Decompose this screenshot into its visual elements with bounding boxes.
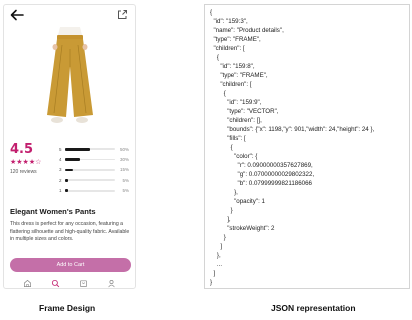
rating-bar-track [65, 168, 115, 172]
json-line: "fills": [ [210, 135, 246, 142]
rating-value: 4.5 [10, 142, 34, 157]
json-line: "id": "159:3", [210, 18, 248, 25]
rating-bar-row: 4 30% [59, 154, 131, 164]
frame-design-mockup: 4.5 ★★★★☆ 120 reviews 5 50% 4 30% 3 15% … [3, 4, 136, 289]
json-line: }, [210, 189, 238, 196]
rating-bar-percent: 50% [119, 146, 129, 152]
json-line: } [210, 234, 226, 241]
product-title: Elegant Women's Pants [10, 207, 96, 216]
add-to-cart-button[interactable]: Add to Cart [10, 258, 131, 272]
json-line: "type": "FRAME", [210, 36, 261, 43]
rating-breakdown: 5 50% 4 30% 3 15% 2 5% 1 5% [59, 144, 131, 196]
review-count: 120 reviews [10, 169, 37, 175]
json-representation-caption: JSON representation [271, 303, 356, 313]
json-line: "name": "Product details", [210, 27, 284, 34]
json-line: ] [210, 270, 216, 277]
json-line: "bounds": {"x": 1198,"y": 901,"width": 2… [210, 126, 375, 133]
bag-icon[interactable] [79, 279, 88, 288]
json-line: ], [210, 216, 231, 223]
rating-bar-track [65, 189, 115, 193]
rating-bar-percent: 15% [119, 167, 129, 173]
json-line: { [210, 144, 233, 151]
rating-bar-track [65, 158, 115, 161]
rating-bar-track [65, 179, 115, 182]
json-line: } [210, 279, 213, 286]
rating-summary: 4.5 ★★★★☆ 120 reviews [10, 142, 50, 176]
json-line: "children": [ [210, 45, 245, 52]
search-icon[interactable] [51, 279, 60, 288]
json-line: "children": [], [210, 117, 262, 124]
profile-icon[interactable] [107, 279, 116, 288]
home-icon[interactable] [23, 279, 32, 288]
bottom-navigation [4, 276, 135, 288]
json-line: { [210, 9, 213, 16]
rating-bar-percent: 5% [122, 188, 129, 194]
back-arrow-icon[interactable] [10, 9, 24, 21]
product-description: This dress is perfect for any occasion, … [10, 221, 130, 243]
json-line: "g": 0.07000000029802322, [210, 171, 315, 178]
rating-bar-fill [65, 147, 90, 151]
json-line: }, [210, 252, 221, 259]
rating-bar-percent: 30% [119, 157, 129, 163]
json-line: } [210, 207, 233, 214]
rating-bar-fill [65, 168, 73, 172]
json-representation-panel: { "id": "159:3", "name": "Product detail… [204, 4, 410, 289]
json-line: "children": [ [210, 81, 252, 88]
json-line: "r": 0.09000000357627869, [210, 162, 313, 169]
json-line: "b": 0.07999999821186066 [210, 180, 312, 187]
rating-bar-row: 1 5% [59, 186, 131, 196]
rating-bar-row: 5 50% [59, 144, 131, 154]
json-line: "type": "FRAME", [210, 72, 268, 79]
rating-bar-fill [65, 158, 80, 161]
json-line: "id": "159:8", [210, 63, 255, 70]
json-line: { [210, 54, 219, 61]
top-bar [4, 5, 135, 25]
share-icon[interactable] [117, 9, 128, 20]
json-line: "type": "VECTOR", [210, 108, 279, 115]
json-line: { [210, 90, 226, 97]
rating-bar-row: 2 5% [59, 175, 131, 185]
json-line: "opacity": 1 [210, 198, 265, 205]
json-line: "id": "159:9", [210, 99, 262, 106]
json-line: ] [210, 243, 223, 250]
json-line: "strokeWeight": 2 [210, 225, 275, 232]
frame-design-caption: Frame Design [39, 303, 96, 313]
rating-bar-track [65, 147, 115, 151]
rating-bar-percent: 5% [122, 177, 129, 183]
json-line: ... [210, 261, 223, 268]
rating-bar-fill [65, 189, 68, 193]
star-rating: ★★★★☆ [10, 159, 42, 166]
product-image [47, 27, 93, 123]
rating-bar-fill [65, 179, 68, 182]
json-line: "color": { [210, 153, 258, 160]
rating-bar-row: 3 15% [59, 165, 131, 175]
